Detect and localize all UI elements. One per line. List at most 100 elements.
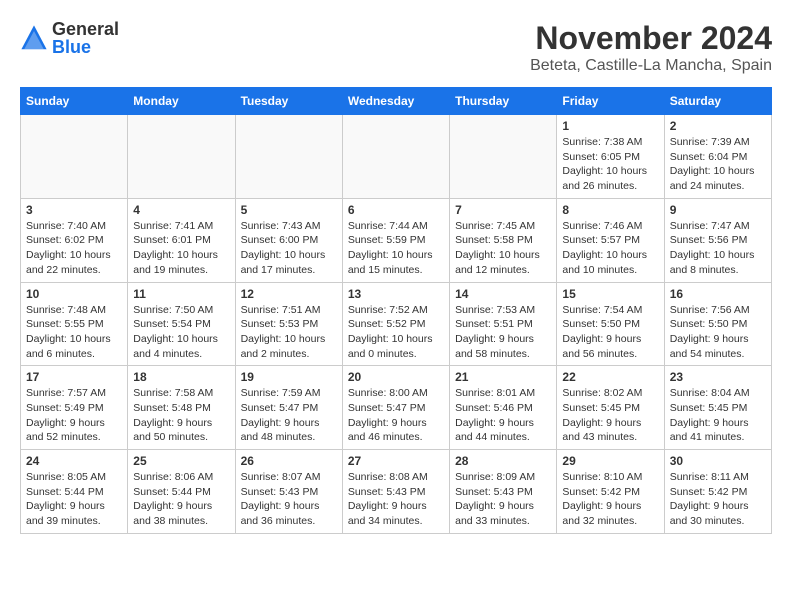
week-row-1: 1 Sunrise: 7:38 AMSunset: 6:05 PMDaylight… xyxy=(21,115,772,199)
day-number: 26 xyxy=(241,454,337,468)
day-number: 13 xyxy=(348,287,444,301)
logo-general-text: General xyxy=(52,20,119,38)
weekday-header-wednesday: Wednesday xyxy=(342,88,449,115)
day-info: Sunrise: 8:10 AMSunset: 5:42 PMDaylight:… xyxy=(562,470,658,529)
weekday-header-saturday: Saturday xyxy=(664,88,771,115)
logo-icon xyxy=(20,24,48,52)
day-info: Sunrise: 8:07 AMSunset: 5:43 PMDaylight:… xyxy=(241,470,337,529)
week-row-4: 17 Sunrise: 7:57 AMSunset: 5:49 PMDayligh… xyxy=(21,366,772,450)
day-info: Sunrise: 7:38 AMSunset: 6:05 PMDaylight:… xyxy=(562,135,658,194)
title-section: November 2024 Beteta, Castille-La Mancha… xyxy=(530,20,772,75)
day-number: 16 xyxy=(670,287,766,301)
day-number: 17 xyxy=(26,370,122,384)
day-cell: 3Sunrise: 7:40 AMSunset: 6:02 PMDaylight… xyxy=(21,198,128,282)
weekday-header-tuesday: Tuesday xyxy=(235,88,342,115)
day-number: 10 xyxy=(26,287,122,301)
day-cell: 30 Sunrise: 8:11 AMSunset: 5:42 PMDayligh… xyxy=(664,450,771,534)
day-number: 20 xyxy=(348,370,444,384)
day-info: Sunrise: 7:58 AMSunset: 5:48 PMDaylight:… xyxy=(133,386,229,445)
logo-blue-text: Blue xyxy=(52,38,119,56)
day-cell xyxy=(450,115,557,199)
day-cell: 8 Sunrise: 7:46 AMSunset: 5:57 PMDaylight… xyxy=(557,198,664,282)
day-cell xyxy=(342,115,449,199)
day-number: 28 xyxy=(455,454,551,468)
day-cell: 18 Sunrise: 7:58 AMSunset: 5:48 PMDayligh… xyxy=(128,366,235,450)
day-info: Sunrise: 8:05 AMSunset: 5:44 PMDaylight:… xyxy=(26,470,122,529)
day-cell: 26 Sunrise: 8:07 AMSunset: 5:43 PMDayligh… xyxy=(235,450,342,534)
day-cell: 24 Sunrise: 8:05 AMSunset: 5:44 PMDayligh… xyxy=(21,450,128,534)
day-number: 23 xyxy=(670,370,766,384)
day-cell: 14 Sunrise: 7:53 AMSunset: 5:51 PMDayligh… xyxy=(450,282,557,366)
day-info: Sunrise: 7:53 AMSunset: 5:51 PMDaylight:… xyxy=(455,303,551,362)
week-row-2: 3Sunrise: 7:40 AMSunset: 6:02 PMDaylight… xyxy=(21,198,772,282)
day-number: 18 xyxy=(133,370,229,384)
day-cell: 10Sunrise: 7:48 AMSunset: 5:55 PMDayligh… xyxy=(21,282,128,366)
day-info: Sunrise: 7:40 AMSunset: 6:02 PMDaylight:… xyxy=(26,219,122,278)
week-row-5: 24 Sunrise: 8:05 AMSunset: 5:44 PMDayligh… xyxy=(21,450,772,534)
day-info: Sunrise: 7:54 AMSunset: 5:50 PMDaylight:… xyxy=(562,303,658,362)
day-cell: 21 Sunrise: 8:01 AMSunset: 5:46 PMDayligh… xyxy=(450,366,557,450)
day-cell xyxy=(235,115,342,199)
day-info: Sunrise: 7:41 AMSunset: 6:01 PMDaylight:… xyxy=(133,219,229,278)
day-cell: 6 Sunrise: 7:44 AMSunset: 5:59 PMDaylight… xyxy=(342,198,449,282)
week-row-3: 10Sunrise: 7:48 AMSunset: 5:55 PMDayligh… xyxy=(21,282,772,366)
day-number: 4 xyxy=(133,203,229,217)
day-cell: 12Sunrise: 7:51 AMSunset: 5:53 PMDayligh… xyxy=(235,282,342,366)
day-info: Sunrise: 8:08 AMSunset: 5:43 PMDaylight:… xyxy=(348,470,444,529)
day-info: Sunrise: 7:43 AMSunset: 6:00 PMDaylight:… xyxy=(241,219,337,278)
day-number: 25 xyxy=(133,454,229,468)
day-number: 11 xyxy=(133,287,229,301)
day-number: 12 xyxy=(241,287,337,301)
day-info: Sunrise: 8:01 AMSunset: 5:46 PMDaylight:… xyxy=(455,386,551,445)
day-cell: 29Sunrise: 8:10 AMSunset: 5:42 PMDayligh… xyxy=(557,450,664,534)
day-number: 15 xyxy=(562,287,658,301)
weekday-header-monday: Monday xyxy=(128,88,235,115)
day-number: 5 xyxy=(241,203,337,217)
day-number: 24 xyxy=(26,454,122,468)
day-cell: 7 Sunrise: 7:45 AMSunset: 5:58 PMDaylight… xyxy=(450,198,557,282)
day-cell: 5 Sunrise: 7:43 AMSunset: 6:00 PMDaylight… xyxy=(235,198,342,282)
day-number: 19 xyxy=(241,370,337,384)
day-cell: 11 Sunrise: 7:50 AMSunset: 5:54 PMDayligh… xyxy=(128,282,235,366)
day-info: Sunrise: 7:52 AMSunset: 5:52 PMDaylight:… xyxy=(348,303,444,362)
day-info: Sunrise: 7:45 AMSunset: 5:58 PMDaylight:… xyxy=(455,219,551,278)
day-number: 27 xyxy=(348,454,444,468)
day-cell xyxy=(21,115,128,199)
day-cell: 15 Sunrise: 7:54 AMSunset: 5:50 PMDayligh… xyxy=(557,282,664,366)
day-cell: 19 Sunrise: 7:59 AMSunset: 5:47 PMDayligh… xyxy=(235,366,342,450)
day-info: Sunrise: 8:11 AMSunset: 5:42 PMDaylight:… xyxy=(670,470,766,529)
day-cell: 9Sunrise: 7:47 AMSunset: 5:56 PMDaylight… xyxy=(664,198,771,282)
day-number: 21 xyxy=(455,370,551,384)
day-info: Sunrise: 8:06 AMSunset: 5:44 PMDaylight:… xyxy=(133,470,229,529)
day-info: Sunrise: 7:50 AMSunset: 5:54 PMDaylight:… xyxy=(133,303,229,362)
day-cell: 28Sunrise: 8:09 AMSunset: 5:43 PMDayligh… xyxy=(450,450,557,534)
day-number: 8 xyxy=(562,203,658,217)
day-cell: 17 Sunrise: 7:57 AMSunset: 5:49 PMDayligh… xyxy=(21,366,128,450)
day-cell: 25 Sunrise: 8:06 AMSunset: 5:44 PMDayligh… xyxy=(128,450,235,534)
day-cell: 20Sunrise: 8:00 AMSunset: 5:47 PMDayligh… xyxy=(342,366,449,450)
day-info: Sunrise: 8:02 AMSunset: 5:45 PMDaylight:… xyxy=(562,386,658,445)
day-info: Sunrise: 7:59 AMSunset: 5:47 PMDaylight:… xyxy=(241,386,337,445)
day-info: Sunrise: 7:56 AMSunset: 5:50 PMDaylight:… xyxy=(670,303,766,362)
day-number: 14 xyxy=(455,287,551,301)
day-info: Sunrise: 7:57 AMSunset: 5:49 PMDaylight:… xyxy=(26,386,122,445)
day-cell: 16 Sunrise: 7:56 AMSunset: 5:50 PMDayligh… xyxy=(664,282,771,366)
weekday-header-row: SundayMondayTuesdayWednesdayThursdayFrid… xyxy=(21,88,772,115)
page-header: General Blue November 2024 Beteta, Casti… xyxy=(20,20,772,79)
day-info: Sunrise: 8:04 AMSunset: 5:45 PMDaylight:… xyxy=(670,386,766,445)
day-number: 6 xyxy=(348,203,444,217)
location-title: Beteta, Castille-La Mancha, Spain xyxy=(530,57,772,75)
day-number: 1 xyxy=(562,119,658,133)
weekday-header-friday: Friday xyxy=(557,88,664,115)
month-title: November 2024 xyxy=(530,20,772,57)
day-number: 30 xyxy=(670,454,766,468)
day-number: 7 xyxy=(455,203,551,217)
day-cell: 23 Sunrise: 8:04 AMSunset: 5:45 PMDayligh… xyxy=(664,366,771,450)
day-cell: 4 Sunrise: 7:41 AMSunset: 6:01 PMDaylight… xyxy=(128,198,235,282)
day-info: Sunrise: 7:44 AMSunset: 5:59 PMDaylight:… xyxy=(348,219,444,278)
day-cell xyxy=(128,115,235,199)
logo: General Blue xyxy=(20,20,119,56)
weekday-header-thursday: Thursday xyxy=(450,88,557,115)
day-info: Sunrise: 7:46 AMSunset: 5:57 PMDaylight:… xyxy=(562,219,658,278)
day-cell: 1 Sunrise: 7:38 AMSunset: 6:05 PMDaylight… xyxy=(557,115,664,199)
